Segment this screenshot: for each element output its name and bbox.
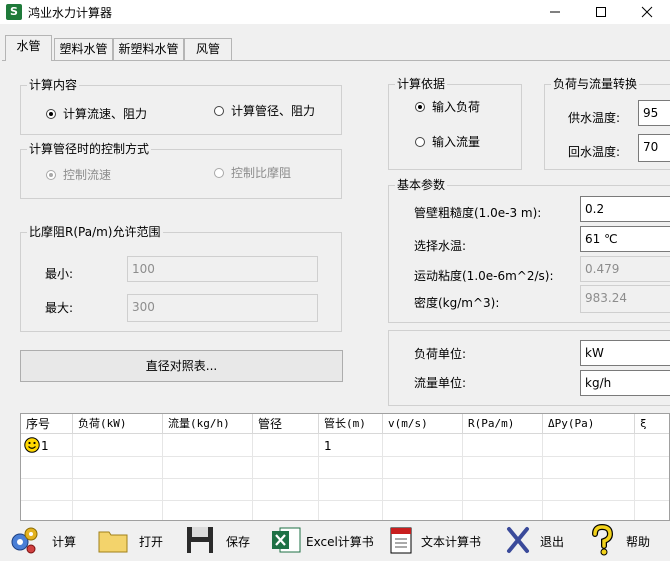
grid-col-line bbox=[634, 434, 635, 520]
control-velocity-label: 控制流速 bbox=[63, 168, 112, 182]
grid-col-line bbox=[382, 434, 383, 520]
maximize-icon bbox=[596, 6, 606, 17]
col-header-length[interactable]: 管长(m) bbox=[319, 414, 383, 434]
input-flow-label: 输入流量 bbox=[432, 135, 481, 149]
basic-params-title: 基本参数 bbox=[395, 178, 448, 192]
control-friction-label: 控制比摩阻 bbox=[231, 166, 292, 180]
input-load-radio[interactable] bbox=[415, 102, 425, 112]
calc-basis-group bbox=[388, 84, 522, 170]
col-header-diameter[interactable]: 管径 bbox=[253, 414, 319, 434]
viscosity-label: 运动粘度(1.0e-6m^2/s): bbox=[414, 269, 554, 283]
calc-velocity-radio[interactable] bbox=[46, 109, 56, 119]
supply-temp-label: 供水温度: bbox=[568, 111, 621, 125]
density-input[interactable]: 983.24 bbox=[580, 285, 670, 313]
notebook-icon bbox=[390, 527, 412, 554]
excel-report-label: Excel计算书 bbox=[306, 535, 374, 549]
grid-col-line bbox=[318, 434, 319, 520]
smiley-icon bbox=[24, 437, 40, 453]
tab-new-plastic-pipe[interactable]: 新塑料水管 bbox=[113, 38, 184, 60]
row-length-cell[interactable]: 1 bbox=[324, 438, 332, 454]
roughness-label: 管壁粗糙度(1.0e-3 m): bbox=[414, 206, 542, 220]
load-flow-title: 负荷与流量转换 bbox=[551, 77, 640, 91]
save-label: 保存 bbox=[226, 535, 251, 549]
grid-row-line bbox=[21, 478, 669, 479]
exit-x-icon bbox=[507, 527, 529, 553]
window-title: 鸿业水力计算器 bbox=[28, 6, 113, 20]
flow-unit-label: 流量单位: bbox=[414, 376, 467, 390]
calc-basis-title: 计算依据 bbox=[395, 77, 448, 91]
calc-velocity-label: 计算流速、阻力 bbox=[63, 107, 148, 121]
tab-water-pipe[interactable]: 水管 bbox=[5, 35, 52, 61]
grid-col-line bbox=[162, 434, 163, 520]
min-label: 最小: bbox=[45, 267, 74, 281]
col-header-friction[interactable]: R(Pa/m) bbox=[463, 414, 543, 434]
viscosity-input[interactable]: 0.479 bbox=[580, 256, 670, 282]
calculate-button[interactable]: 计算 bbox=[8, 521, 92, 559]
open-label: 打开 bbox=[139, 535, 164, 549]
save-button[interactable]: 保存 bbox=[182, 521, 262, 559]
gears-icon bbox=[11, 527, 38, 554]
friction-range-title: 比摩阻R(Pa/m)允许范围 bbox=[27, 225, 163, 239]
excel-icon bbox=[272, 527, 301, 553]
tab-air-duct[interactable]: 风管 bbox=[184, 38, 232, 60]
col-header-index[interactable]: 序号 bbox=[21, 414, 73, 434]
diameter-table-button[interactable]: 直径对照表... bbox=[20, 350, 343, 382]
results-grid[interactable]: 序号 负荷(kW) 流量(kg/h) 管径 管长(m) v(m/s) R(Pa/… bbox=[20, 413, 670, 521]
tab-plastic-pipe[interactable]: 塑料水管 bbox=[54, 38, 113, 60]
input-load-label: 输入负荷 bbox=[432, 100, 481, 114]
close-button[interactable] bbox=[624, 0, 670, 24]
load-unit-select[interactable]: kW bbox=[580, 340, 670, 366]
help-button[interactable]: 帮助 bbox=[586, 521, 670, 559]
minimize-icon bbox=[550, 11, 560, 12]
diameter-control-title: 计算管径时的控制方式 bbox=[27, 142, 152, 156]
calculate-label: 计算 bbox=[52, 535, 77, 549]
col-header-velocity[interactable]: v(m/s) bbox=[383, 414, 463, 434]
control-velocity-radio[interactable] bbox=[46, 170, 56, 180]
return-temp-input[interactable]: 70 bbox=[638, 134, 670, 162]
text-report-button[interactable]: 文本计算书 bbox=[383, 521, 491, 559]
load-unit-label: 负荷单位: bbox=[414, 347, 467, 361]
return-temp-label: 回水温度: bbox=[568, 145, 621, 159]
grid-col-line bbox=[542, 434, 543, 520]
col-header-load[interactable]: 负荷(kW) bbox=[73, 414, 163, 434]
grid-col-line bbox=[72, 434, 73, 520]
col-header-xi[interactable]: ξ bbox=[635, 414, 669, 434]
floppy-disk-icon bbox=[187, 527, 213, 553]
open-button[interactable]: 打开 bbox=[95, 521, 175, 559]
col-header-flow[interactable]: 流量(kg/h) bbox=[163, 414, 253, 434]
calc-diameter-label: 计算管径、阻力 bbox=[231, 104, 316, 118]
flow-unit-select[interactable]: kg/h bbox=[580, 370, 670, 396]
roughness-input[interactable]: 0.2 bbox=[580, 196, 670, 222]
row-index-cell[interactable]: 1 bbox=[41, 438, 49, 454]
exit-label: 退出 bbox=[540, 535, 565, 549]
water-temp-select[interactable]: 61 ℃ bbox=[580, 226, 670, 252]
calc-content-title: 计算内容 bbox=[27, 78, 80, 92]
close-icon bbox=[641, 6, 653, 17]
control-friction-radio[interactable] bbox=[214, 168, 224, 178]
calc-diameter-radio[interactable] bbox=[214, 106, 224, 116]
text-report-label: 文本计算书 bbox=[421, 535, 482, 549]
max-friction-input[interactable]: 300 bbox=[127, 294, 318, 322]
minimize-button[interactable] bbox=[532, 0, 578, 24]
supply-temp-input[interactable]: 95 bbox=[638, 100, 670, 126]
maximize-button[interactable] bbox=[578, 0, 624, 24]
input-flow-radio[interactable] bbox=[415, 137, 425, 147]
col-header-pressure-drop[interactable]: ΔPy(Pa) bbox=[543, 414, 635, 434]
excel-report-button[interactable]: Excel计算书 bbox=[268, 521, 376, 559]
density-label: 密度(kg/m^3): bbox=[414, 296, 500, 310]
exit-button[interactable]: 退出 bbox=[500, 521, 580, 559]
grid-col-line bbox=[462, 434, 463, 520]
max-label: 最大: bbox=[45, 301, 74, 315]
water-temp-label: 选择水温: bbox=[414, 239, 467, 253]
grid-row-line bbox=[21, 456, 669, 457]
grid-row-line bbox=[21, 500, 669, 501]
min-friction-input[interactable]: 100 bbox=[127, 256, 318, 282]
grid-col-line bbox=[252, 434, 253, 520]
app-logo-icon: S bbox=[6, 4, 22, 20]
help-label: 帮助 bbox=[626, 535, 651, 549]
help-question-icon bbox=[592, 524, 614, 556]
folder-icon bbox=[98, 531, 128, 553]
